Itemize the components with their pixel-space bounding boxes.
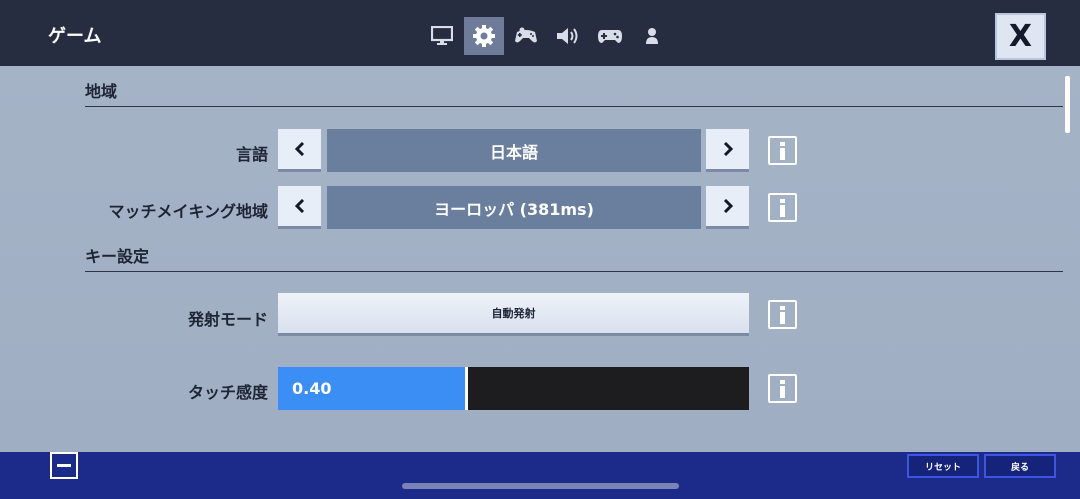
reset-button[interactable]: リセット — [907, 454, 979, 478]
matchmaking-prev-button[interactable] — [278, 186, 321, 229]
settings-content: 地域 言語 日本語 マッチメイキング地域 ヨーロッパ (381ms) キー設定 … — [0, 66, 1080, 452]
tab-game[interactable] — [464, 17, 504, 55]
collapse-button[interactable] — [50, 452, 78, 479]
matchmaking-value: ヨーロッパ (381ms) — [327, 186, 701, 229]
bottom-bar: リセット 戻る — [0, 452, 1080, 499]
fire-mode-label: 発射モード — [187, 310, 268, 329]
touch-sensitivity-slider[interactable]: 0.40 — [278, 367, 749, 410]
close-icon: X — [1008, 19, 1033, 54]
tab-audio[interactable] — [548, 17, 588, 55]
fire-mode-info-button[interactable] — [768, 300, 797, 329]
controller-alt-icon — [515, 27, 537, 43]
tab-controller[interactable] — [590, 17, 630, 55]
matchmaking-label: マッチメイキング地域 — [108, 202, 268, 221]
matchmaking-next-button[interactable] — [706, 186, 749, 229]
matchmaking-info-button[interactable] — [768, 193, 797, 222]
info-icon — [780, 198, 785, 217]
tab-video[interactable] — [422, 17, 462, 55]
chevron-right-icon — [723, 199, 733, 213]
language-prev-button[interactable] — [278, 129, 321, 172]
scrollbar[interactable] — [1065, 76, 1070, 133]
monitor-icon — [431, 26, 453, 45]
gear-icon — [473, 25, 495, 47]
section-heading-keys: キー設定 — [85, 243, 1063, 272]
language-info-button[interactable] — [768, 136, 797, 165]
info-icon — [780, 305, 785, 324]
minus-icon — [57, 464, 71, 467]
fire-mode-value: 自動発射 — [491, 307, 536, 320]
top-bar: ゲーム X — [0, 0, 1080, 66]
language-value: 日本語 — [327, 129, 701, 172]
tab-account[interactable] — [632, 17, 672, 55]
chevron-right-icon — [723, 142, 733, 156]
slider-handle[interactable] — [465, 367, 468, 410]
page-title: ゲーム — [48, 26, 102, 47]
info-icon — [780, 141, 785, 160]
speaker-icon — [557, 28, 578, 44]
home-indicator[interactable] — [402, 483, 679, 489]
language-label: 言語 — [235, 145, 268, 164]
slider-value: 0.40 — [292, 379, 332, 398]
gamepad-icon — [598, 30, 622, 43]
fire-mode-button[interactable]: 自動発射 — [278, 293, 749, 336]
settings-tabs — [422, 17, 674, 55]
tab-controller-options[interactable] — [506, 17, 546, 55]
close-button[interactable]: X — [995, 13, 1046, 60]
touch-sensitivity-info-button[interactable] — [768, 374, 797, 403]
back-button[interactable]: 戻る — [984, 454, 1056, 478]
language-next-button[interactable] — [706, 129, 749, 172]
person-icon — [646, 28, 658, 44]
chevron-left-icon — [294, 142, 304, 156]
touch-sensitivity-label: タッチ感度 — [187, 383, 268, 402]
section-heading-region: 地域 — [85, 78, 1063, 107]
info-icon — [780, 379, 785, 398]
chevron-left-icon — [294, 199, 304, 213]
